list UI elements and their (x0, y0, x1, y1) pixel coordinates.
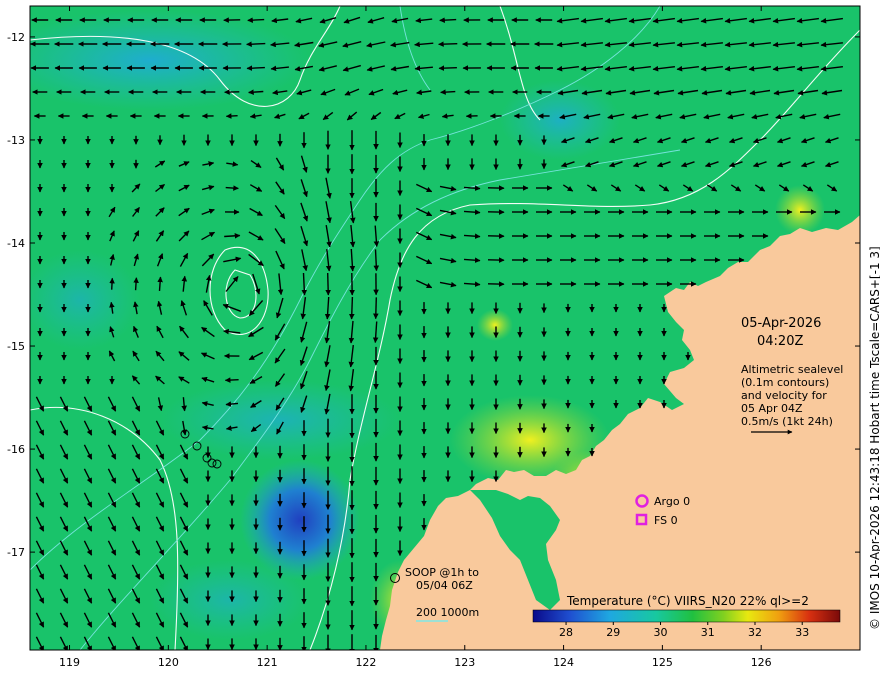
colorbar-tick-label: 31 (701, 626, 715, 639)
svg-text:05 Apr 04Z: 05 Apr 04Z (741, 402, 803, 415)
velocity-arrow-icon (246, 65, 265, 71)
lat-tick-label: -16 (7, 443, 25, 456)
cool-water-patch (150, 560, 310, 640)
velocity-arrow-icon (301, 272, 308, 296)
lon-tick-label: 122 (355, 656, 376, 669)
lat-tick-label: -13 (7, 134, 25, 147)
svg-text:and velocity for: and velocity for (741, 389, 827, 402)
warm-water-patch (477, 309, 513, 341)
colorbar-tick-label: 30 (654, 626, 668, 639)
colorbar-title: Temperature (°C) VIIRS_N20 22% ql>=2 (566, 594, 809, 608)
credit-text: © IMOS 10-Apr-2026 12:43:18 Hobart time … (868, 246, 880, 630)
lon-tick-label: 121 (257, 656, 278, 669)
lat-tick-label: -17 (7, 546, 25, 559)
velocity-arrow-icon (247, 17, 265, 23)
velocity-arrow-icon (348, 296, 355, 320)
soop-label: SOOP @1h to (405, 566, 479, 579)
colorbar-tick-label: 32 (748, 626, 762, 639)
velocity-arrow-icon (440, 89, 456, 95)
lon-tick-label: 125 (652, 656, 673, 669)
colorbar (532, 609, 841, 623)
cool-water-patch (30, 250, 140, 350)
lon-tick-label: 126 (751, 656, 772, 669)
lon-tick-label: 120 (158, 656, 179, 669)
warm-water-patch (775, 185, 825, 235)
cool-water-patch (240, 460, 360, 580)
velocity-arrow-icon (225, 113, 238, 119)
velocity-arrow-icon (438, 41, 458, 47)
velocity-arrow-icon (109, 277, 115, 290)
velocity-arrow-icon (373, 297, 379, 320)
argo-label: Argo 0 (654, 495, 690, 508)
velocity-arrow-icon (225, 185, 239, 191)
svg-text:(0.1m contours): (0.1m contours) (741, 376, 829, 389)
velocity-arrow-icon (373, 249, 380, 272)
lat-tick-label: -15 (7, 340, 25, 353)
velocity-arrow-icon (133, 277, 139, 291)
svg-text:Altimetric sealevel: Altimetric sealevel (741, 363, 843, 376)
lon-tick-label: 123 (454, 656, 475, 669)
velocity-arrow-icon (439, 17, 457, 23)
lon-tick-label: 124 (553, 656, 574, 669)
svg-text:0.5m/s (1kt 24h): 0.5m/s (1kt 24h) (741, 415, 833, 428)
cool-water-patch (30, 10, 310, 110)
lon-tick-label: 119 (59, 656, 80, 669)
velocity-arrow-icon (246, 41, 266, 47)
map-time: 04:20Z (757, 334, 803, 349)
velocity-arrow-icon (224, 233, 241, 239)
lat-tick-label: -14 (7, 237, 25, 250)
velocity-arrow-icon (224, 377, 239, 383)
map-date: 05-Apr-2026 (741, 316, 821, 331)
colorbar-tick-label: 33 (795, 626, 809, 639)
colorbar-tick-label: 29 (606, 626, 620, 639)
velocity-arrow-icon (438, 65, 457, 71)
colorbar-tick-label: 28 (559, 626, 573, 639)
soop-label-line2: 05/04 06Z (416, 579, 473, 592)
sst-map: 119 120 121 122 123 124 125 126 -12 -13 -14 -15 -16… (7, 5, 880, 669)
fs-label: FS 0 (654, 514, 678, 527)
velocity-arrow-icon (248, 89, 264, 95)
lat-tick-label: -12 (7, 31, 25, 44)
bathy-label: 200 1000m (416, 606, 479, 619)
velocity-arrow-icon (157, 276, 163, 291)
velocity-arrow-icon (325, 272, 331, 296)
